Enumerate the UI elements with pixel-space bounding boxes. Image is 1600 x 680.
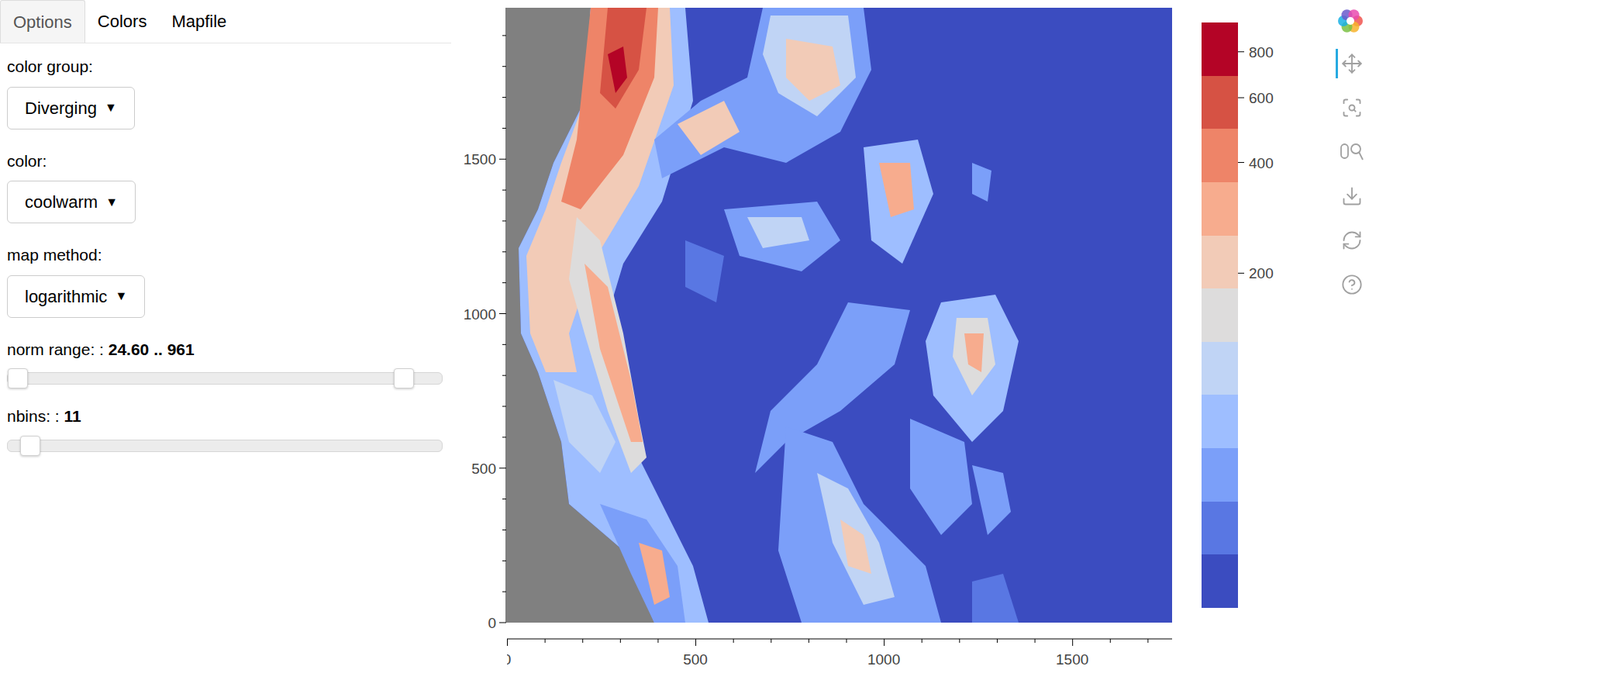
toolbar-button[interactable] (1335, 269, 1366, 300)
slider-handle[interactable] (7, 368, 28, 389)
x-tick-label: 0 (506, 651, 511, 668)
colorbar-bin (1201, 22, 1238, 76)
select-value: Diverging (24, 95, 97, 121)
x-tick-label: 1000 (867, 651, 900, 668)
tab[interactable]: Colors (85, 0, 160, 43)
field-label: color group: (6, 54, 445, 80)
select-field: color group: Diverging ▼ (0, 54, 452, 130)
slider-handle[interactable] (393, 368, 414, 389)
select[interactable]: logarithmic ▼ (6, 275, 145, 318)
slider-field: nbins: : 11 (0, 403, 452, 452)
map-image (506, 7, 1173, 623)
colorbar-bin (1201, 501, 1238, 556)
select-field: map method: logarithmic ▼ (0, 242, 452, 318)
wheel-zoom-icon (1339, 141, 1365, 163)
slider-track[interactable] (6, 372, 443, 385)
colorbar-bin (1201, 235, 1238, 290)
bokeh-logo-icon[interactable] (1337, 7, 1364, 35)
app: OptionsColorsMapfile color group: Divergin… (0, 0, 1600, 680)
x-tick-label: 500 (682, 651, 708, 668)
plot-frame: 0 500 1000 1500 0 500 1000 1500 (451, 0, 1188, 680)
select[interactable]: coolwarm ▼ (6, 180, 136, 224)
toolbar-button[interactable] (1335, 225, 1366, 256)
select[interactable]: Diverging ▼ (6, 86, 135, 130)
colorbar-bin (1201, 341, 1238, 396)
options-form: color group:Diverging▼color:coolwarm▼map… (0, 43, 452, 452)
y-tick-label: 1000 (463, 306, 497, 323)
y-axis: 0 500 1000 1500 (451, 7, 507, 631)
toolbar-button[interactable] (1335, 93, 1366, 123)
tab[interactable]: Mapfile (158, 0, 239, 43)
x-axis: 0 500 1000 1500 (506, 637, 1188, 673)
dropdown-arrow-icon: ▼ (104, 98, 118, 118)
help-icon (1341, 273, 1363, 296)
figure: 0 500 1000 1500 0 500 1000 1500 800 600 400 200 (451, 0, 1370, 680)
colorbar-bin (1201, 182, 1238, 236)
toolbar-button[interactable] (1335, 181, 1366, 211)
pan-icon (1341, 52, 1363, 75)
dropdown-arrow-icon: ▼ (105, 193, 118, 212)
options-panel: OptionsColorsMapfile color group: Divergin… (0, 0, 452, 680)
field-label: nbins: : 11 (6, 403, 445, 429)
colorbar-axis: 800 600 400 200 (1237, 22, 1285, 608)
select-value: coolwarm (24, 189, 98, 215)
toolbar-button[interactable] (1335, 48, 1366, 79)
x-tick-label: 1500 (1055, 651, 1089, 668)
save-icon (1341, 185, 1363, 207)
tab[interactable]: Options (0, 0, 86, 43)
colorbar-tick-label: 400 (1248, 155, 1274, 172)
tab-bar: OptionsColorsMapfile (0, 0, 452, 44)
plot-area (506, 7, 1173, 623)
field-label: color: (6, 148, 445, 174)
colorbar-bins (1201, 22, 1238, 608)
colorbar-bin (1201, 288, 1238, 342)
y-tick-label: 500 (471, 460, 497, 477)
colorbar-bin (1201, 128, 1238, 183)
y-tick-label: 1500 (463, 151, 497, 168)
dropdown-arrow-icon: ▼ (114, 286, 128, 306)
colorbar-tick-label: 600 (1248, 89, 1274, 107)
y-tick-label: 0 (487, 614, 497, 631)
field-label: map method: (6, 242, 445, 268)
colorbar-bin (1201, 75, 1238, 130)
colorbar-bin (1201, 554, 1238, 608)
slider-track[interactable] (6, 439, 443, 452)
colorbar-bin (1201, 448, 1238, 502)
colorbar-tick-label: 200 (1248, 265, 1274, 282)
slider-handle[interactable] (20, 435, 41, 456)
slider-field: norm range: : 24.60 .. 961 (0, 337, 452, 386)
field-label: norm range: : 24.60 .. 961 (6, 337, 445, 363)
toolbar (1331, 0, 1370, 680)
colorbar: 800 600 400 200 (1201, 0, 1285, 608)
select-field: color: coolwarm ▼ (0, 148, 452, 225)
colorbar-tick-label: 800 (1248, 44, 1274, 61)
box-zoom-icon (1341, 96, 1363, 119)
select-value: logarithmic (24, 283, 107, 310)
reset-icon (1341, 229, 1363, 252)
toolbar-button[interactable] (1335, 137, 1366, 167)
colorbar-bin (1201, 394, 1238, 449)
